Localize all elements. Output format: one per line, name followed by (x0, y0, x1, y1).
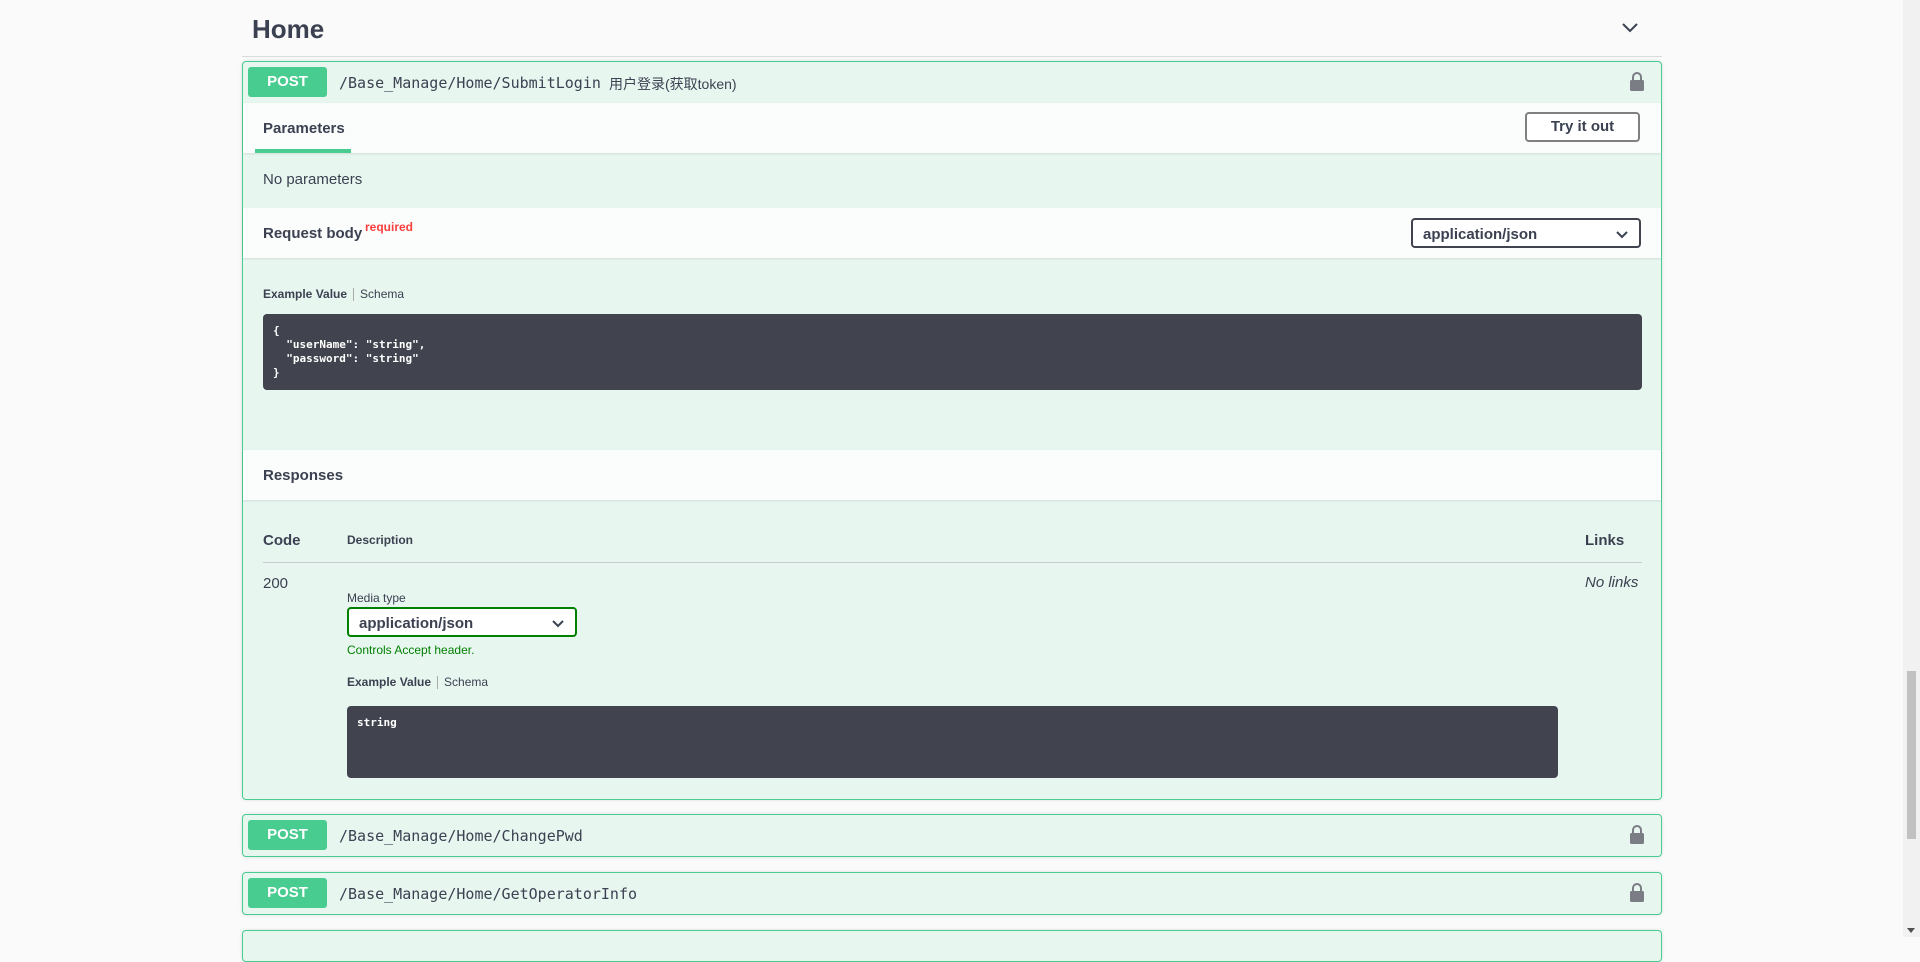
chevron-down-icon[interactable] (1620, 18, 1640, 38)
tab-separator (437, 676, 439, 690)
opblock-summary[interactable]: POST /Base_Manage/Home/GetOperatorInfo (243, 873, 1661, 913)
opblock-next-partial[interactable] (242, 930, 1662, 962)
tag-header-home[interactable]: Home (242, 0, 1662, 57)
try-it-out-button[interactable]: Try it out (1525, 112, 1640, 142)
operation-path: /Base_Manage/Home/GetOperatorInfo (339, 885, 638, 903)
request-body-header: Request body required application/json (243, 208, 1661, 258)
tab-separator (353, 288, 355, 302)
tag-title: Home (252, 14, 325, 44)
response-example-code: string (347, 706, 1558, 778)
opblock-submit-login: POST /Base_Manage/Home/SubmitLogin 用户登录(… (242, 61, 1662, 800)
scroll-down-arrow-icon[interactable] (1907, 928, 1915, 933)
opblock-get-operator-info[interactable]: POST /Base_Manage/Home/GetOperatorInfo (242, 872, 1662, 915)
responses-header: Responses (243, 450, 1661, 500)
lock-icon[interactable] (1629, 882, 1645, 904)
col-code: Code (263, 532, 301, 549)
method-badge: POST (248, 878, 327, 908)
chevron-down-icon (552, 620, 564, 628)
schema-tab[interactable]: Schema (444, 675, 488, 689)
select-value: application/json (1423, 226, 1538, 243)
lock-icon[interactable] (1629, 71, 1645, 93)
no-parameters-text: No parameters (263, 171, 363, 188)
request-example-code: { "userName": "string", "password": "str… (263, 314, 1642, 390)
chevron-down-icon (1616, 231, 1628, 239)
response-example-schema-tabs: Example Value Schema (347, 675, 488, 690)
method-badge: POST (248, 820, 327, 850)
method-badge: POST (248, 67, 327, 97)
select-value: application/json (359, 615, 474, 632)
parameters-header: Parameters Try it out (243, 103, 1661, 153)
no-links-text: No links (1585, 574, 1639, 591)
operation-path: /Base_Manage/Home/ChangePwd (339, 827, 583, 845)
example-value-tab[interactable]: Example Value (347, 675, 431, 689)
schema-tab[interactable]: Schema (360, 287, 404, 301)
media-type-label: Media type (347, 591, 406, 605)
response-media-type-select[interactable]: application/json (347, 607, 577, 637)
opblock-summary[interactable]: POST /Base_Manage/Home/SubmitLogin 用户登录(… (243, 62, 1661, 102)
request-body-label: Request body (263, 225, 363, 242)
example-value-tab[interactable]: Example Value (263, 287, 347, 301)
tab-active-indicator (255, 149, 351, 153)
request-content-type-select[interactable]: application/json (1411, 218, 1641, 248)
responses-label: Responses (263, 467, 344, 484)
opblock-change-pwd[interactable]: POST /Base_Manage/Home/ChangePwd (242, 814, 1662, 857)
example-schema-tabs: Example Value Schema (263, 287, 404, 302)
col-description: Description (347, 533, 414, 547)
col-links: Links (1585, 532, 1625, 549)
required-label: required (365, 220, 414, 234)
scrollbar-thumb[interactable] (1907, 671, 1916, 839)
operation-summary: 用户登录(获取token) (609, 76, 737, 92)
response-code: 200 (263, 575, 289, 592)
table-divider (263, 562, 1642, 563)
opblock-summary[interactable]: POST /Base_Manage/Home/ChangePwd (243, 815, 1661, 855)
controls-accept-note: Controls Accept header. (347, 643, 475, 657)
lock-icon[interactable] (1629, 824, 1645, 846)
operation-path: /Base_Manage/Home/SubmitLogin (339, 74, 601, 92)
page-scrollbar[interactable] (1903, 0, 1920, 937)
tab-parameters[interactable]: Parameters (263, 120, 345, 137)
